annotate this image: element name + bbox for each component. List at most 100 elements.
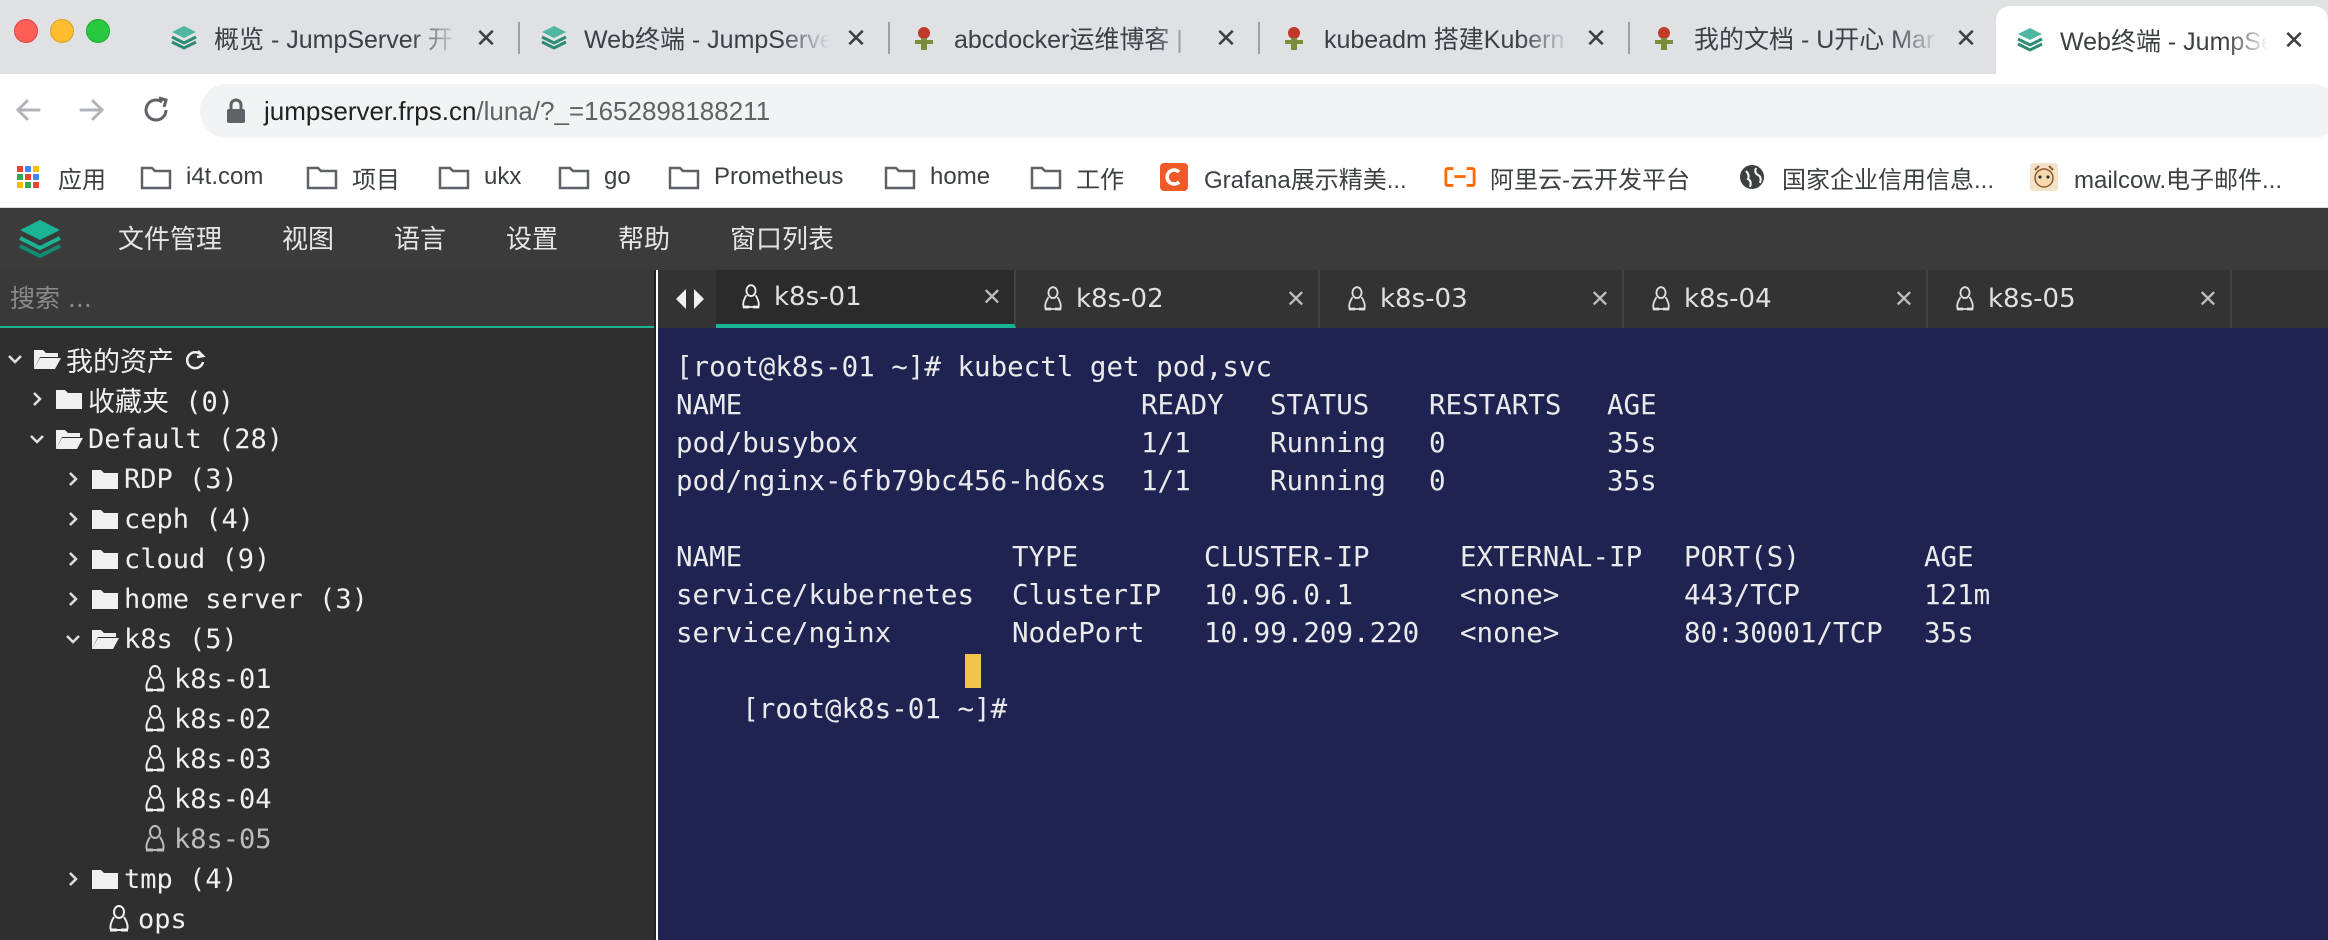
tree-node-host[interactable]: k8s-03 <box>138 740 272 778</box>
bookmark-folder[interactable]: go <box>558 158 631 196</box>
back-button[interactable] <box>8 90 48 130</box>
window-close-button[interactable] <box>14 19 38 43</box>
bookmark-item[interactable]: 国家企业信用信息... <box>1736 158 1994 196</box>
folder-icon <box>306 163 338 191</box>
bookmark-folder[interactable]: ukx <box>438 158 521 196</box>
terminal-screen[interactable]: [root@k8s-01 ~]# kubectl get pod,svc NAM… <box>658 328 2328 940</box>
folder-icon <box>558 163 590 191</box>
window-zoom-button[interactable] <box>86 19 110 43</box>
tree-node-tmp[interactable]: tmp (4) <box>58 860 238 898</box>
bookmark-item[interactable]: mailcow.电子邮件... <box>2028 158 2282 196</box>
omnibox[interactable]: jumpserver.frps.cn/luna/?_=1652898188211 <box>200 84 2328 138</box>
chevron-right-icon[interactable] <box>22 390 52 408</box>
chevron-right-icon[interactable] <box>58 470 88 488</box>
browser-tab-active[interactable]: Web终端 - JumpServ ✕ <box>1996 6 2328 74</box>
chevron-right-icon[interactable] <box>58 590 88 608</box>
terminal-tab[interactable]: k8s-05 ✕ <box>1930 270 2232 328</box>
folder-icon <box>52 384 86 414</box>
terminal-tab-label: k8s-02 <box>1076 284 1164 314</box>
browser-tab[interactable]: 我的文档 - U开心 Mar ✕ <box>1630 8 2000 68</box>
url-path: /luna/?_=1652898188211 <box>476 95 771 126</box>
close-icon[interactable]: ✕ <box>1582 23 1610 54</box>
linux-tux-icon <box>1950 284 1980 314</box>
chevron-down-icon[interactable] <box>22 430 52 448</box>
bookmark-folder[interactable]: 工作 <box>1030 158 1124 196</box>
close-icon[interactable]: ✕ <box>1952 23 1980 54</box>
terminal-tab[interactable]: k8s-03 ✕ <box>1322 270 1624 328</box>
close-icon[interactable]: ✕ <box>1894 285 1914 314</box>
tree-node-host[interactable]: k8s-01 <box>138 660 272 698</box>
bookmark-label: Grafana展示精美... <box>1204 166 1407 194</box>
jumpserver-logo-icon <box>2016 26 2044 54</box>
menu-help[interactable]: 帮助 <box>618 208 670 270</box>
tree-node-host[interactable]: k8s-04 <box>138 780 272 818</box>
tab-scroll-arrows[interactable] <box>666 278 714 320</box>
window-minimize-button[interactable] <box>50 19 74 43</box>
bookmark-folder[interactable]: 项目 <box>306 158 400 196</box>
aliyun-icon <box>1444 163 1476 191</box>
browser-tab[interactable]: kubeadm 搭建Kubern ✕ <box>1260 8 1630 68</box>
close-icon[interactable]: ✕ <box>2198 285 2218 314</box>
tree-node-host[interactable]: k8s-02 <box>138 700 272 738</box>
table-cell: 35s <box>1924 617 1974 649</box>
terminal-tab[interactable]: k8s-04 ✕ <box>1626 270 1928 328</box>
tree-node-my-assets[interactable]: 我的资产 <box>0 340 206 378</box>
close-icon[interactable]: ✕ <box>1590 285 1610 314</box>
tree-node-host[interactable]: k8s-05 <box>138 820 272 858</box>
menu-window-list[interactable]: 窗口列表 <box>730 208 834 270</box>
bookmark-folder[interactable]: home <box>884 158 990 196</box>
linux-tux-icon <box>138 704 172 734</box>
bookmark-item[interactable]: 阿里云-云开发平台 <box>1444 158 1690 196</box>
browser-tab[interactable]: 概览 - JumpServer 开 ✕ <box>150 8 520 68</box>
table-row: service/kubernetes ClusterIP 10.96.0.1 <… <box>676 576 2076 614</box>
tree-node-rdp[interactable]: RDP (3) <box>58 460 238 498</box>
url-text[interactable]: jumpserver.frps.cn/luna/?_=1652898188211 <box>264 96 770 127</box>
terminal-prompt-line: [root@k8s-01 ~]# <box>676 652 1076 725</box>
terminal-tab-label: k8s-03 <box>1380 284 1468 314</box>
tree-label: k8s-01 <box>174 663 272 695</box>
chevron-down-icon[interactable] <box>58 630 88 648</box>
abcdocker-icon <box>1650 24 1678 52</box>
table-cell: service/nginx <box>676 617 892 649</box>
bookmark-folder[interactable]: i4t.com <box>140 158 263 196</box>
close-icon[interactable]: ✕ <box>982 283 1002 312</box>
tree-node-ceph[interactable]: ceph (4) <box>58 500 254 538</box>
tree-node-host[interactable]: ops <box>102 900 187 938</box>
menu-file-management[interactable]: 文件管理 <box>118 208 222 270</box>
forward-button[interactable] <box>72 90 112 130</box>
chevron-right-icon[interactable] <box>58 870 88 888</box>
tree-node-home-server[interactable]: home server (3) <box>58 580 368 618</box>
menu-settings[interactable]: 设置 <box>506 208 558 270</box>
close-icon[interactable]: ✕ <box>1286 285 1306 314</box>
bookmark-item[interactable]: 应用 <box>12 158 106 196</box>
terminal-tab-active[interactable]: k8s-01 ✕ <box>716 270 1016 328</box>
column-header: READY <box>1141 389 1224 421</box>
chevron-down-icon[interactable] <box>0 350 30 368</box>
tree-node-k8s[interactable]: k8s (5) <box>58 620 238 658</box>
table-row: service/nginx NodePort 10.99.209.220 <no… <box>676 614 2076 652</box>
asset-search-input[interactable] <box>10 278 630 318</box>
jumpserver-logo-icon <box>170 24 198 52</box>
reload-button[interactable] <box>136 90 176 130</box>
browser-tab[interactable]: abcdocker运维博客 | ✕ <box>890 8 1260 68</box>
tree-node-default[interactable]: Default (28) <box>22 420 283 458</box>
close-icon[interactable]: ✕ <box>2280 25 2308 56</box>
terminal-tab[interactable]: k8s-02 ✕ <box>1018 270 1320 328</box>
browser-tab[interactable]: Web终端 - JumpServer ✕ <box>520 8 890 68</box>
bookmark-folder[interactable]: Prometheus <box>668 158 843 196</box>
close-icon[interactable]: ✕ <box>472 23 500 54</box>
bookmark-item[interactable]: Grafana展示精美... <box>1158 158 1407 196</box>
close-icon[interactable]: ✕ <box>1212 23 1240 54</box>
close-icon[interactable]: ✕ <box>842 23 870 54</box>
jumpserver-logo-icon <box>540 24 568 52</box>
table-cell: <none> <box>1460 617 1560 649</box>
chevron-right-icon[interactable] <box>58 550 88 568</box>
chevron-right-icon[interactable] <box>58 510 88 528</box>
refresh-icon[interactable] <box>184 348 206 370</box>
menu-language[interactable]: 语言 <box>394 208 446 270</box>
folder-icon <box>1030 163 1062 191</box>
lock-icon[interactable] <box>222 97 250 125</box>
menu-view[interactable]: 视图 <box>282 208 334 270</box>
tree-node-favorites[interactable]: 收藏夹 (0) <box>22 380 234 418</box>
tree-node-cloud[interactable]: cloud (9) <box>58 540 270 578</box>
